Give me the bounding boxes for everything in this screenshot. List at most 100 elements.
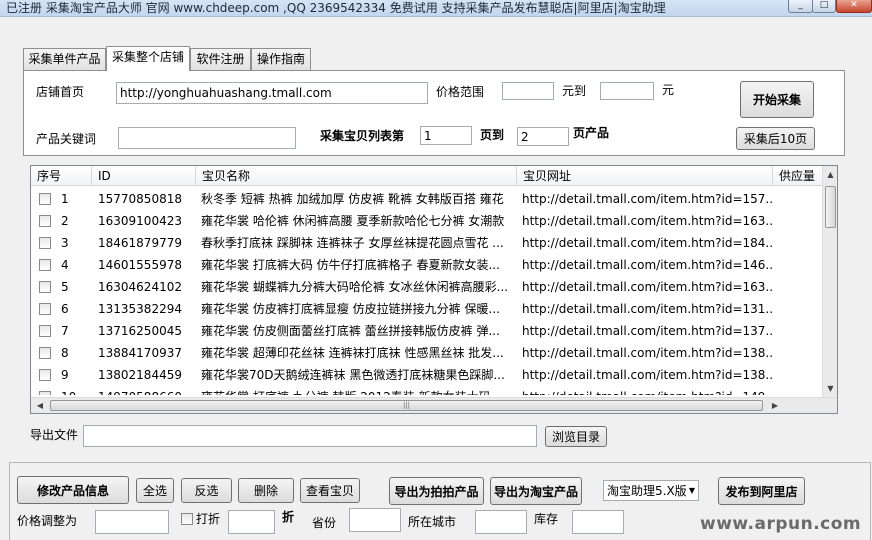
table-row[interactable]: 9 13802184459 雍花华裳70D天鹅绒连裤袜 黑色微透打底袜糖果色踩脚..… [31, 364, 822, 386]
row-checkbox[interactable] [39, 259, 51, 271]
row-no: 10 [61, 386, 92, 395]
discount-label: 打折 [196, 512, 221, 526]
row-url: http://detail.tmall.com/item.htm?id=184.… [522, 236, 772, 250]
keyword-input[interactable] [118, 127, 296, 149]
tab-single-product[interactable]: 采集单件产品 [23, 48, 106, 70]
row-checkbox[interactable] [39, 391, 51, 395]
close-icon: ✕ [850, 0, 858, 10]
export-paipai-button[interactable]: 导出为拍拍产品 [389, 477, 484, 505]
row-supply [773, 210, 822, 232]
close-button[interactable]: ✕ [836, 0, 872, 13]
publish-ali-button[interactable]: 发布到阿里店 [718, 477, 805, 505]
row-id: 16309100423 [98, 214, 182, 228]
row-supply [773, 364, 822, 386]
row-url: http://detail.tmall.com/item.htm?id=149.… [522, 386, 772, 395]
table-row[interactable]: 7 13716250045 雍花华裳 仿皮侧面蕾丝打底裤 蕾丝拼接韩版仿皮裤 弹..… [31, 320, 822, 342]
row-checkbox[interactable] [39, 193, 51, 205]
export-taobao-button[interactable]: 导出为淘宝产品 [490, 477, 582, 505]
keyword-label: 产品关键词 [36, 132, 97, 146]
row-no: 7 [61, 324, 69, 338]
stock-input[interactable] [572, 510, 624, 534]
row-supply [773, 232, 822, 254]
discount-input[interactable] [228, 510, 275, 534]
maximize-button[interactable]: □ [812, 0, 836, 13]
page-to-input[interactable]: 2 [517, 127, 569, 146]
modify-product-button[interactable]: 修改产品信息 [17, 476, 129, 504]
row-no: 8 [61, 346, 69, 360]
row-id: 18461879779 [98, 236, 182, 250]
collect-next10-button[interactable]: 采集后10页 [736, 127, 815, 150]
table-row[interactable]: 6 13135382294 雍花华裳 仿皮裤打底裤显瘦 仿皮拉链拼接九分裤 保暖..… [31, 298, 822, 320]
row-name: 雍花华裳 打底裤大码 仿牛仔打底裤格子 春夏新款女装... [201, 258, 500, 272]
row-no: 3 [61, 236, 69, 250]
table-row[interactable]: 3 18461879779 春秋季打底袜 踩脚袜 连裤袜子 女厚丝袜提花圆点雪花 .… [31, 232, 822, 254]
tab-register[interactable]: 软件注册 [190, 48, 251, 70]
province-input[interactable] [349, 508, 401, 532]
row-no: 4 [61, 258, 69, 272]
row-supply [773, 188, 822, 210]
col-header-supply[interactable]: 供应量 [773, 166, 822, 186]
scroll-down-icon[interactable]: ▼ [823, 382, 838, 396]
scroll-left-icon[interactable]: ◀ [33, 399, 47, 413]
price-range-label: 价格范围 [436, 85, 485, 99]
col-header-id[interactable]: ID [92, 166, 196, 186]
price-unit-label: 元 [662, 83, 675, 97]
row-url: http://detail.tmall.com/item.htm?id=157.… [522, 192, 772, 206]
col-header-no[interactable]: 序号 [31, 166, 92, 186]
assistant-version-select[interactable]: 淘宝助理5.X版 ▼ [603, 480, 699, 501]
vertical-scroll-thumb[interactable] [825, 186, 836, 228]
list-page-label: 采集宝贝列表第 [320, 129, 405, 143]
scroll-up-icon[interactable]: ▲ [823, 168, 838, 182]
row-name: 雍花华裳 哈伦裤 休闲裤高腰 夏季新款哈伦七分裤 女潮款 [201, 214, 505, 228]
row-name: 雍花华裳 超薄印花丝袜 连裤袜打底袜 性感黑丝袜 批发... [201, 346, 504, 360]
row-id: 13884170937 [98, 346, 182, 360]
page-to-label: 页到 [480, 128, 505, 142]
row-supply [773, 276, 822, 298]
row-checkbox[interactable] [39, 281, 51, 293]
browse-button[interactable]: 浏览目录 [545, 426, 607, 447]
price-max-input[interactable] [600, 82, 654, 100]
select-all-button[interactable]: 全选 [136, 478, 174, 503]
col-header-name[interactable]: 宝贝名称 [196, 166, 517, 186]
city-input[interactable] [475, 510, 527, 534]
start-collect-button[interactable]: 开始采集 [740, 81, 814, 118]
store-url-input[interactable]: http://yonghuahuashang.tmall.com [116, 82, 428, 104]
horizontal-scrollbar[interactable]: ◀ ||| ▶ [31, 397, 837, 413]
price-to-label: 元到 [562, 84, 587, 98]
row-checkbox[interactable] [39, 347, 51, 359]
discount-checkbox[interactable] [181, 513, 193, 525]
table-row[interactable]: 10 14970588660 雍花华裳 打底裤 九分裤 韩版 2012春装 新款女装… [31, 386, 822, 395]
row-id: 13716250045 [98, 324, 182, 338]
minimize-button[interactable]: _ [788, 0, 813, 13]
row-checkbox[interactable] [39, 303, 51, 315]
row-name: 雍花华裳 仿皮裤打底裤显瘦 仿皮拉链拼接九分裤 保暖... [201, 302, 500, 316]
table-row[interactable]: 4 14601555978 雍花华裳 打底裤大码 仿牛仔打底裤格子 春夏新款女装..… [31, 254, 822, 276]
invert-select-button[interactable]: 反选 [181, 478, 232, 503]
price-min-input[interactable] [502, 82, 554, 100]
view-item-button[interactable]: 查看宝贝 [300, 478, 360, 503]
page-from-input[interactable]: 1 [420, 126, 472, 145]
page-unit-label: 页产品 [573, 126, 610, 140]
table-row[interactable]: 1 15770850818 秋冬季 短裤 热裤 加绒加厚 仿皮裤 靴裤 女韩版百搭 … [31, 188, 822, 210]
row-checkbox[interactable] [39, 237, 51, 249]
row-no: 2 [61, 214, 69, 228]
row-checkbox[interactable] [39, 215, 51, 227]
row-url: http://detail.tmall.com/item.htm?id=137.… [522, 324, 772, 338]
horizontal-scroll-thumb[interactable]: ||| [50, 400, 763, 411]
tab-guide[interactable]: 操作指南 [251, 48, 311, 70]
row-checkbox[interactable] [39, 325, 51, 337]
scroll-right-icon[interactable]: ▶ [768, 399, 782, 413]
export-file-input[interactable] [83, 425, 537, 447]
col-header-url[interactable]: 宝贝网址 [517, 166, 773, 186]
tab-whole-store[interactable]: 采集整个店铺 [106, 46, 190, 71]
vertical-scrollbar[interactable]: ▲ ▼ [822, 166, 837, 397]
delete-button[interactable]: 删除 [238, 478, 294, 503]
table-row[interactable]: 2 16309100423 雍花华裳 哈伦裤 休闲裤高腰 夏季新款哈伦七分裤 女潮款… [31, 210, 822, 232]
row-url: http://detail.tmall.com/item.htm?id=163.… [522, 214, 772, 228]
row-checkbox[interactable] [39, 369, 51, 381]
table-row[interactable]: 5 16304624102 雍花华裳 蝴蝶裤九分裤大码哈伦裤 女冰丝休闲裤高腰彩..… [31, 276, 822, 298]
table-row[interactable]: 8 13884170937 雍花华裳 超薄印花丝袜 连裤袜打底袜 性感黑丝袜 批发.… [31, 342, 822, 364]
row-id: 13135382294 [98, 302, 182, 316]
price-adjust-input[interactable] [95, 510, 169, 534]
row-id: 16304624102 [98, 280, 182, 294]
